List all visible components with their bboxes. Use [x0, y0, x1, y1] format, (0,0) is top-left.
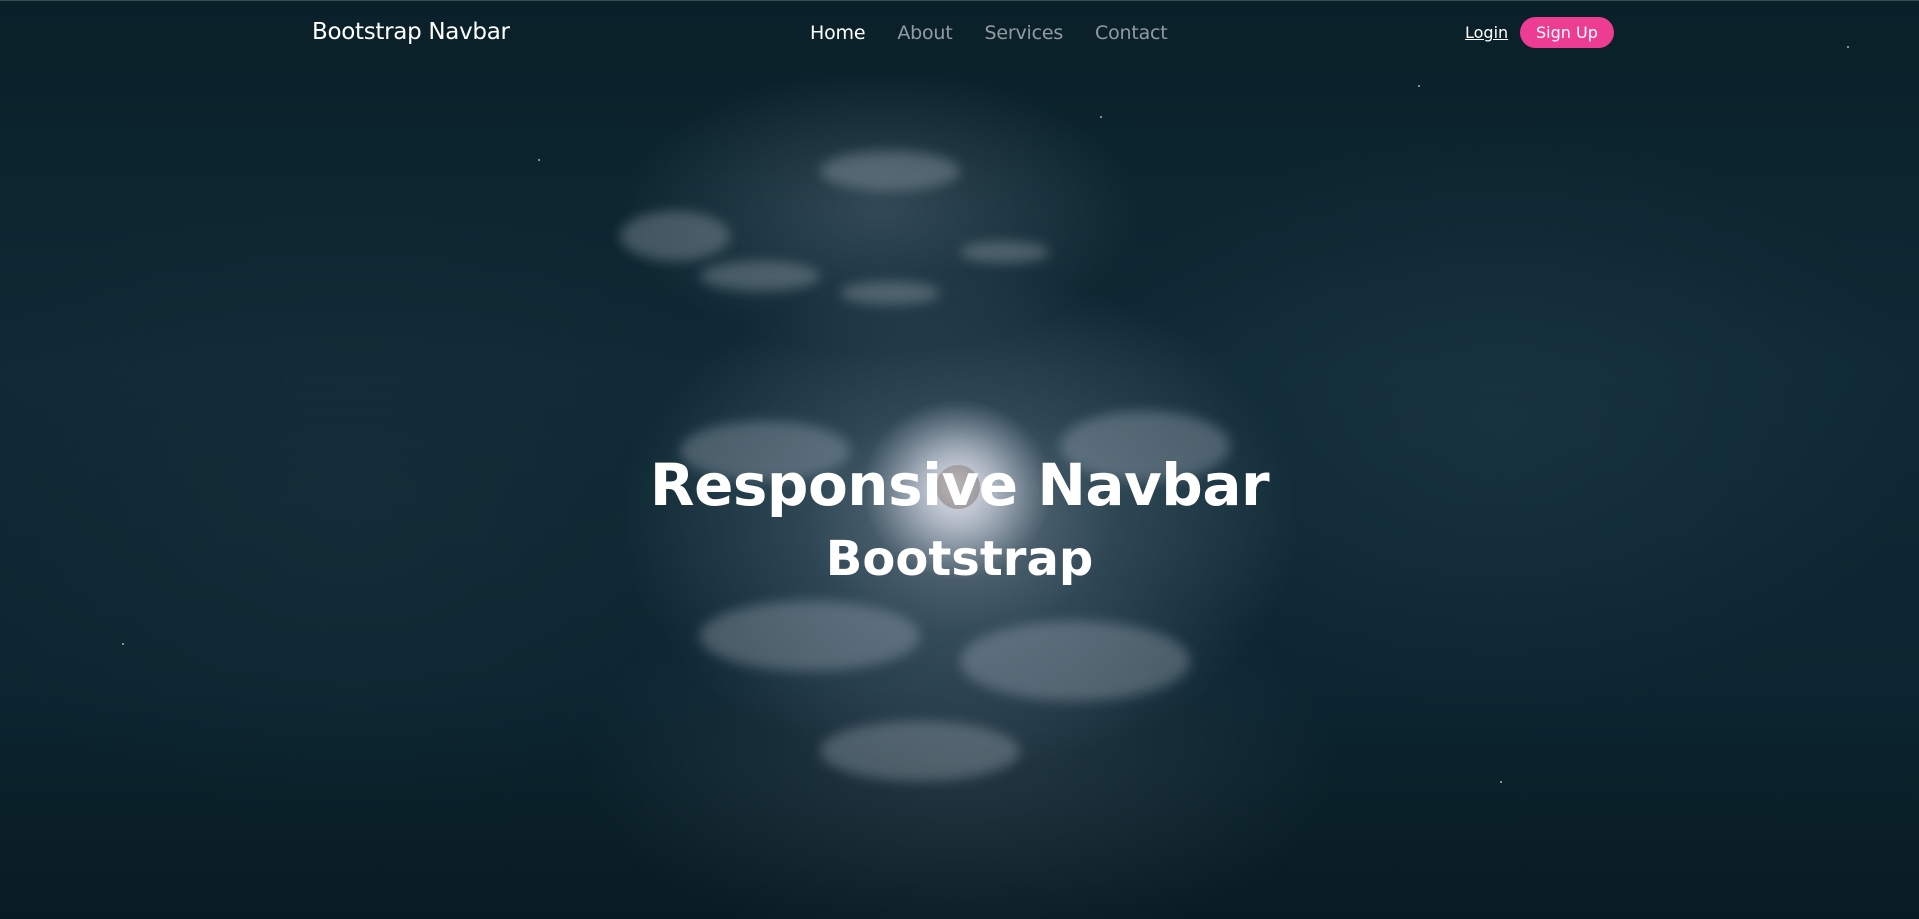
nav-link-home[interactable]: Home: [810, 22, 866, 44]
hero-subtitle: Bootstrap: [825, 531, 1094, 587]
cloud-decoration: [700, 261, 820, 291]
nav-links: Home About Services Contact: [810, 22, 1168, 44]
cloud-decoration: [820, 721, 1020, 781]
cloud-decoration: [620, 211, 730, 261]
star-decoration: [538, 159, 540, 161]
star-decoration: [1500, 781, 1502, 783]
login-link[interactable]: Login: [1465, 23, 1508, 42]
nav-link-services[interactable]: Services: [985, 22, 1064, 44]
cloud-decoration: [840, 281, 940, 305]
star-decoration: [122, 643, 124, 645]
navbar-brand[interactable]: Bootstrap Navbar: [312, 19, 510, 45]
cloud-decoration: [700, 601, 920, 671]
star-decoration: [1100, 116, 1102, 118]
cloud-decoration: [960, 241, 1050, 263]
hero-title: Responsive Navbar: [649, 451, 1270, 519]
cloud-decoration: [820, 151, 960, 191]
cloud-decoration: [960, 621, 1190, 701]
nav-link-contact[interactable]: Contact: [1095, 22, 1168, 44]
nav-link-about[interactable]: About: [897, 22, 952, 44]
signup-button[interactable]: Sign Up: [1520, 17, 1614, 48]
navbar: Bootstrap Navbar Home About Services Con…: [0, 1, 1919, 65]
hero-section: Bootstrap Navbar Home About Services Con…: [0, 0, 1919, 919]
star-decoration: [1418, 85, 1420, 87]
